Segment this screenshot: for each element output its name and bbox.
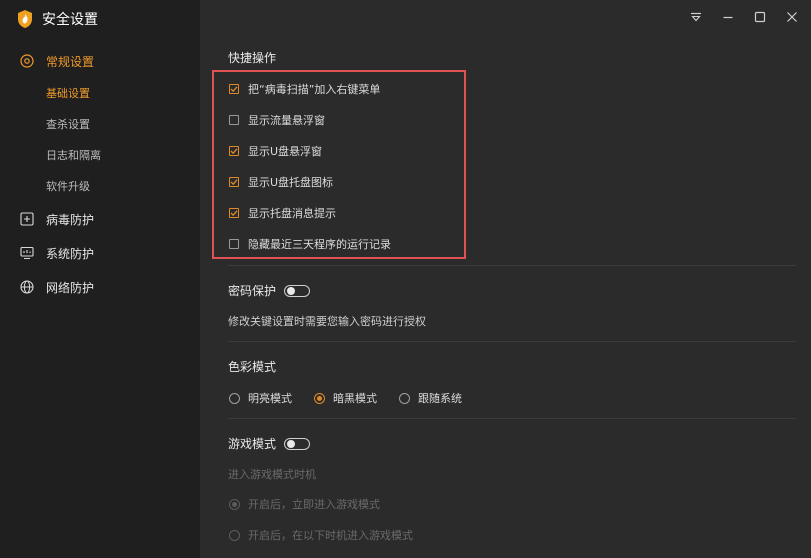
- toggle-knob: [287, 439, 296, 448]
- plus-square-icon: [20, 212, 34, 226]
- nav-group-virus-protection[interactable]: 病毒防护: [0, 202, 200, 236]
- quick-op-row[interactable]: 显示U盘托盘图标: [229, 174, 333, 190]
- nav-item-logs-quarantine[interactable]: 日志和隔离: [0, 140, 200, 171]
- radio-label: 开启后，在以下时机进入游戏模式: [248, 529, 413, 542]
- radio-light-mode[interactable]: 明亮模式: [229, 390, 292, 406]
- quick-op-row[interactable]: 把“病毒扫描”加入右键菜单: [229, 81, 380, 97]
- radio-dark-mode[interactable]: 暗黑模式: [314, 390, 377, 406]
- nav-group-system-protection[interactable]: 系统防护: [0, 236, 200, 270]
- checkbox-label: 隐藏最近三天程序的运行记录: [248, 238, 391, 251]
- checkbox-checked[interactable]: [229, 84, 239, 94]
- nav-item-software-update[interactable]: 软件升级: [0, 171, 200, 202]
- nav-item-scan-settings[interactable]: 查杀设置: [0, 109, 200, 140]
- divider: [228, 265, 796, 266]
- divider: [228, 341, 796, 342]
- radio-label: 跟随系统: [418, 392, 462, 405]
- game-mode-sub-label: 进入游戏模式时机: [228, 468, 316, 481]
- shield-logo-icon: [18, 10, 32, 28]
- radio-unselected[interactable]: [229, 392, 240, 404]
- nav-group-general[interactable]: 常规设置: [0, 44, 200, 78]
- app-header: 安全设置: [16, 9, 98, 29]
- color-mode-options: 明亮模式 暗黑模式 跟随系统: [229, 390, 484, 406]
- nav-group-label: 系统防护: [46, 246, 95, 261]
- sidebar-nav: 常规设置 基础设置 查杀设置 日志和隔离 软件升级 病毒防护 系统防护 网络防护: [0, 44, 200, 304]
- game-mode-label: 游戏模式: [228, 437, 277, 451]
- nav-group-label: 网络防护: [46, 280, 95, 295]
- radio-label: 明亮模式: [248, 392, 292, 405]
- nav-group-network-protection[interactable]: 网络防护: [0, 270, 200, 304]
- checkbox-label: 把“病毒扫描”加入右键菜单: [248, 83, 381, 96]
- game-mode-option-row: 开启后，在以下时机进入游戏模式: [229, 527, 435, 543]
- toggle-knob: [287, 286, 296, 295]
- quick-op-row[interactable]: 显示托盘消息提示: [229, 205, 336, 221]
- checkbox-unchecked[interactable]: [229, 115, 239, 125]
- radio-game-immediate[interactable]: 开启后，立即进入游戏模式: [229, 496, 380, 512]
- radio-unselected-disabled[interactable]: [229, 529, 240, 541]
- checkbox-checked[interactable]: [229, 146, 239, 156]
- nav-group-label: 病毒防护: [46, 212, 95, 227]
- radio-unselected[interactable]: [399, 392, 410, 404]
- radio-selected-disabled[interactable]: [229, 498, 240, 510]
- monitor-icon: [20, 246, 34, 260]
- sidebar: 安全设置 常规设置 基础设置 查杀设置 日志和隔离 软件升级 病毒防护 系统防护: [0, 0, 200, 558]
- nav-item-basic-settings[interactable]: 基础设置: [0, 78, 200, 109]
- quick-op-row[interactable]: 显示流量悬浮窗: [229, 112, 325, 128]
- password-label: 密码保护: [228, 284, 277, 298]
- game-mode-option-row: 开启后，立即进入游戏模式: [229, 496, 402, 512]
- menu-icon[interactable]: [687, 8, 705, 26]
- checkbox-label: 显示U盘托盘图标: [248, 176, 334, 189]
- nav-group-label: 常规设置: [46, 54, 95, 69]
- password-toggle-row: 密码保护: [228, 282, 311, 299]
- checkbox-label: 显示托盘消息提示: [248, 207, 336, 220]
- settings-panel: 快捷操作 把“病毒扫描”加入右键菜单 显示流量悬浮窗 显示U盘悬浮窗 显示U盘托…: [200, 0, 811, 558]
- password-toggle[interactable]: [284, 284, 311, 297]
- checkbox-label: 显示U盘悬浮窗: [248, 145, 323, 158]
- quick-ops-title: 快捷操作: [228, 51, 277, 65]
- minimize-icon[interactable]: [719, 8, 737, 26]
- quick-op-row[interactable]: 显示U盘悬浮窗: [229, 143, 322, 159]
- color-mode-title: 色彩模式: [228, 360, 277, 374]
- gear-circle-icon: [20, 54, 34, 68]
- radio-label: 开启后，立即进入游戏模式: [248, 498, 380, 511]
- game-mode-toggle-row: 游戏模式: [228, 435, 311, 452]
- password-description: 修改关键设置时需要您输入密码进行授权: [228, 315, 426, 328]
- close-icon[interactable]: [783, 8, 801, 26]
- checkbox-unchecked[interactable]: [229, 239, 239, 249]
- app-title: 安全设置: [42, 12, 98, 28]
- highlight-box: [212, 70, 466, 259]
- window-controls: [687, 8, 801, 26]
- quick-op-row[interactable]: 隐藏最近三天程序的运行记录: [229, 236, 391, 252]
- checkbox-checked[interactable]: [229, 208, 239, 218]
- radio-follow-system[interactable]: 跟随系统: [399, 390, 462, 406]
- divider: [228, 418, 796, 419]
- radio-selected[interactable]: [314, 392, 325, 404]
- checkbox-checked[interactable]: [229, 177, 239, 187]
- globe-icon: [20, 280, 34, 294]
- maximize-icon[interactable]: [751, 8, 769, 26]
- radio-game-timed[interactable]: 开启后，在以下时机进入游戏模式: [229, 527, 413, 543]
- radio-label: 暗黑模式: [333, 392, 377, 405]
- game-mode-toggle[interactable]: [284, 437, 311, 450]
- checkbox-label: 显示流量悬浮窗: [248, 114, 325, 127]
